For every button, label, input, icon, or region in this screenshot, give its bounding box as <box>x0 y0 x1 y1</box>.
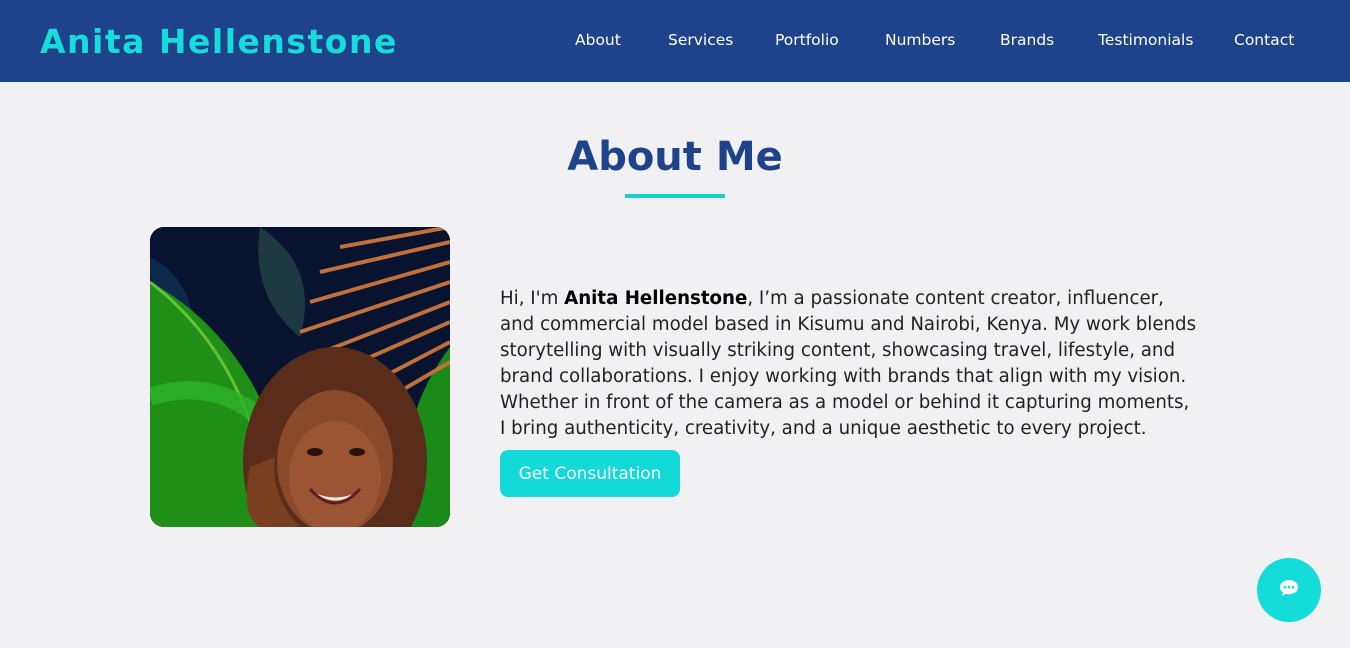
nav-link-testimonials[interactable]: Testimonials <box>1098 31 1193 49</box>
nav-link-portfolio[interactable]: Portfolio <box>775 31 839 49</box>
site-logo[interactable]: Anita Hellenstone <box>40 22 398 61</box>
nav-link-brands[interactable]: Brands <box>1000 31 1054 49</box>
nav-link-services[interactable]: Services <box>668 31 733 49</box>
bio-intro: Hi, I'm <box>500 288 565 309</box>
chat-button[interactable] <box>1257 558 1321 622</box>
get-consultation-button[interactable]: Get Consultation <box>500 450 680 497</box>
title-underline <box>625 194 725 198</box>
bio-text: , I’m a passionate content creator, infl… <box>500 288 1197 439</box>
chat-icon <box>1279 579 1299 601</box>
profile-photo <box>150 227 450 527</box>
section-title: About Me <box>567 134 783 180</box>
bio-paragraph: Hi, I'm Anita Hellenstone, I’m a passion… <box>500 286 1200 442</box>
nav-link-numbers[interactable]: Numbers <box>885 31 955 49</box>
bio-name: Anita Hellenstone <box>564 288 748 309</box>
nav-link-about[interactable]: About <box>575 31 621 49</box>
nav-link-contact[interactable]: Contact <box>1234 31 1294 49</box>
top-navbar: Anita Hellenstone About Services Portfol… <box>0 0 1350 82</box>
